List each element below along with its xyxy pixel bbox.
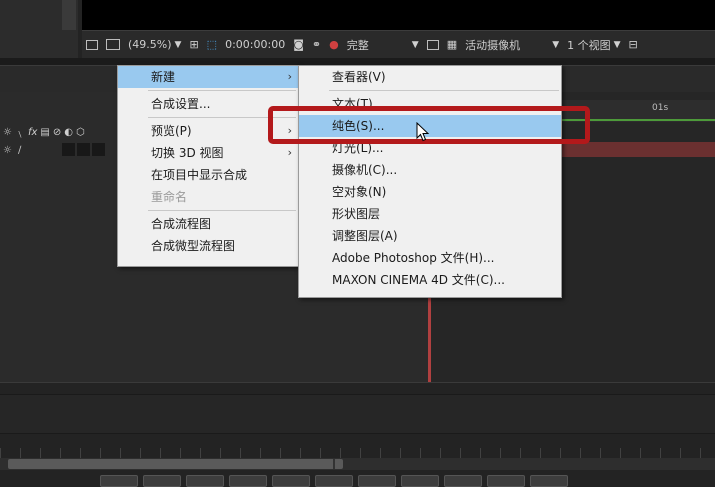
chevron-right-icon: › — [287, 146, 292, 159]
submenu-item-adjustment-layer[interactable]: 调整图层(A) — [299, 225, 561, 247]
menu-separator — [148, 90, 296, 91]
menu-item-switch-3d-view[interactable]: 切换 3D 视图 › — [118, 142, 298, 164]
resolution-value: 完整 — [346, 38, 369, 52]
collapse-icon[interactable]: ﹨ — [15, 125, 25, 140]
menu-item-label: 摄像机(C)... — [332, 163, 398, 177]
layer-duration-bar[interactable] — [560, 142, 715, 157]
chevron-down-icon: ▼ — [613, 39, 621, 50]
shy-icon[interactable]: ☼ — [3, 127, 12, 138]
fx-icon[interactable]: fx — [28, 127, 37, 138]
scrollbar-grip — [333, 459, 335, 469]
camera-dropdown[interactable]: 活动摄像机 ▼ — [461, 31, 563, 58]
timecode[interactable]: 0:00:00:00 — [221, 31, 289, 58]
menu-item-label: 合成流程图 — [151, 217, 212, 231]
menu-item-reveal-in-project[interactable]: 在项目中显示合成 — [118, 164, 298, 186]
last-frame-button[interactable] — [401, 475, 439, 487]
current-time-indicator[interactable] — [428, 297, 431, 382]
chevron-right-icon: › — [287, 70, 292, 83]
menu-item-label: 新建 — [151, 70, 176, 84]
menu-item-mini-flowchart[interactable]: 合成微型流程图 — [118, 235, 298, 257]
always-preview-icon[interactable] — [82, 31, 102, 58]
menu-item-label: 空对象(N) — [332, 185, 387, 199]
menu-item-label: 形状图层 — [332, 207, 381, 221]
mask-toggle-icon[interactable]: ⬚ — [203, 31, 221, 58]
layer-switch-blocks[interactable] — [62, 143, 112, 156]
play-button[interactable] — [315, 475, 353, 487]
chevron-down-icon: ▼ — [411, 39, 419, 50]
add-button[interactable] — [186, 475, 224, 487]
composition-viewer[interactable] — [82, 0, 715, 30]
snapshot-icon[interactable]: ◙ — [289, 31, 308, 58]
menu-item-label: 在项目中显示合成 — [151, 168, 248, 182]
menu-item-label: MAXON CINEMA 4D 文件(C)... — [332, 273, 505, 287]
export-button[interactable] — [444, 475, 482, 487]
tick-ruler — [0, 448, 715, 458]
add-button[interactable] — [143, 475, 181, 487]
chevron-down-icon: ▼ — [552, 39, 560, 50]
menu-item-new[interactable]: 新建 › — [118, 66, 298, 88]
submenu-item-cinema4d-file[interactable]: MAXON CINEMA 4D 文件(C)... — [299, 269, 561, 291]
views-value: 1 个视图 — [567, 38, 611, 52]
project-scrollbar[interactable] — [62, 0, 76, 30]
render-button[interactable] — [487, 475, 525, 487]
zoom-dropdown[interactable]: (49.5%) ▼ — [124, 31, 185, 58]
menu-item-label: 预览(P) — [151, 124, 192, 138]
menu-separator — [148, 210, 296, 211]
menu-item-label: 合成设置... — [151, 97, 211, 111]
transparency-grid-icon[interactable]: ▦ — [443, 31, 461, 58]
menu-item-label: Adobe Photoshop 文件(H)... — [332, 251, 495, 265]
resolution-dropdown[interactable]: 完整 ▼ — [343, 31, 423, 58]
bottom-strip — [0, 394, 715, 434]
menu-item-label: 调整图层(A) — [332, 229, 398, 243]
time-ruler-label: 01s — [652, 103, 669, 113]
motion-blur-icon[interactable]: ⊘ — [53, 127, 61, 138]
pen-icon[interactable]: ∕ — [18, 145, 21, 156]
snapshot-button[interactable] — [530, 475, 568, 487]
menu-item-label: 切换 3D 视图 — [151, 146, 224, 160]
menu-item-label: 查看器(V) — [332, 70, 386, 84]
views-dropdown[interactable]: 1 个视图 ▼ — [563, 31, 624, 58]
transport-controls — [100, 475, 715, 487]
submenu-item-camera[interactable]: 摄像机(C)... — [299, 159, 561, 181]
submenu-item-null-object[interactable]: 空对象(N) — [299, 181, 561, 203]
viewer-toolbar: (49.5%) ▼ ⊞ ⬚ 0:00:00:00 ◙ ⚭ ● 完整 ▼ ▦ 活动… — [82, 30, 715, 58]
menu-separator — [329, 90, 559, 91]
frame-blend-icon[interactable]: ▤ — [40, 127, 49, 138]
monitor-icon[interactable] — [102, 31, 124, 58]
context-menu: 新建 › 合成设置... 预览(P) › 切换 3D 视图 › 在项目中显示合成… — [117, 65, 299, 267]
camera-value: 活动摄像机 — [465, 38, 521, 52]
first-frame-button[interactable] — [229, 475, 267, 487]
solo-icon[interactable]: ☼ — [3, 145, 12, 156]
next-frame-button[interactable] — [358, 475, 396, 487]
3d-layer-icon[interactable]: ⬡ — [76, 127, 85, 138]
adjustment-icon[interactable]: ◐ — [64, 127, 73, 138]
layer-switches-header: ☼ ﹨ fx ▤ ⊘ ◐ ⬡ — [0, 124, 118, 140]
stop-button[interactable] — [100, 475, 138, 487]
menu-item-label: 重命名 — [151, 190, 188, 204]
submenu-item-shape-layer[interactable]: 形状图层 — [299, 203, 561, 225]
show-snapshot-icon[interactable]: ⚭ — [308, 31, 325, 58]
pixel-aspect-icon[interactable]: ⊟ — [625, 31, 642, 58]
safe-zones-icon[interactable]: ⊞ — [185, 31, 202, 58]
chevron-down-icon: ▼ — [174, 39, 182, 50]
submenu-item-photoshop-file[interactable]: Adobe Photoshop 文件(H)... — [299, 247, 561, 269]
prev-frame-button[interactable] — [272, 475, 310, 487]
menu-item-flowchart[interactable]: 合成流程图 — [118, 213, 298, 235]
new-submenu: 查看器(V) 文本(T) 纯色(S)... 灯光(L)... 摄像机(C)...… — [298, 65, 562, 298]
mouse-cursor-icon — [416, 122, 430, 142]
menu-item-rename: 重命名 — [118, 186, 298, 208]
scrollbar-thumb[interactable] — [8, 459, 343, 469]
region-of-interest-icon[interactable] — [423, 31, 443, 58]
zoom-value: (49.5%) — [128, 38, 172, 51]
channel-icon[interactable]: ● — [325, 31, 343, 58]
submenu-item-viewer[interactable]: 查看器(V) — [299, 66, 561, 88]
menu-item-label: 合成微型流程图 — [151, 239, 236, 253]
